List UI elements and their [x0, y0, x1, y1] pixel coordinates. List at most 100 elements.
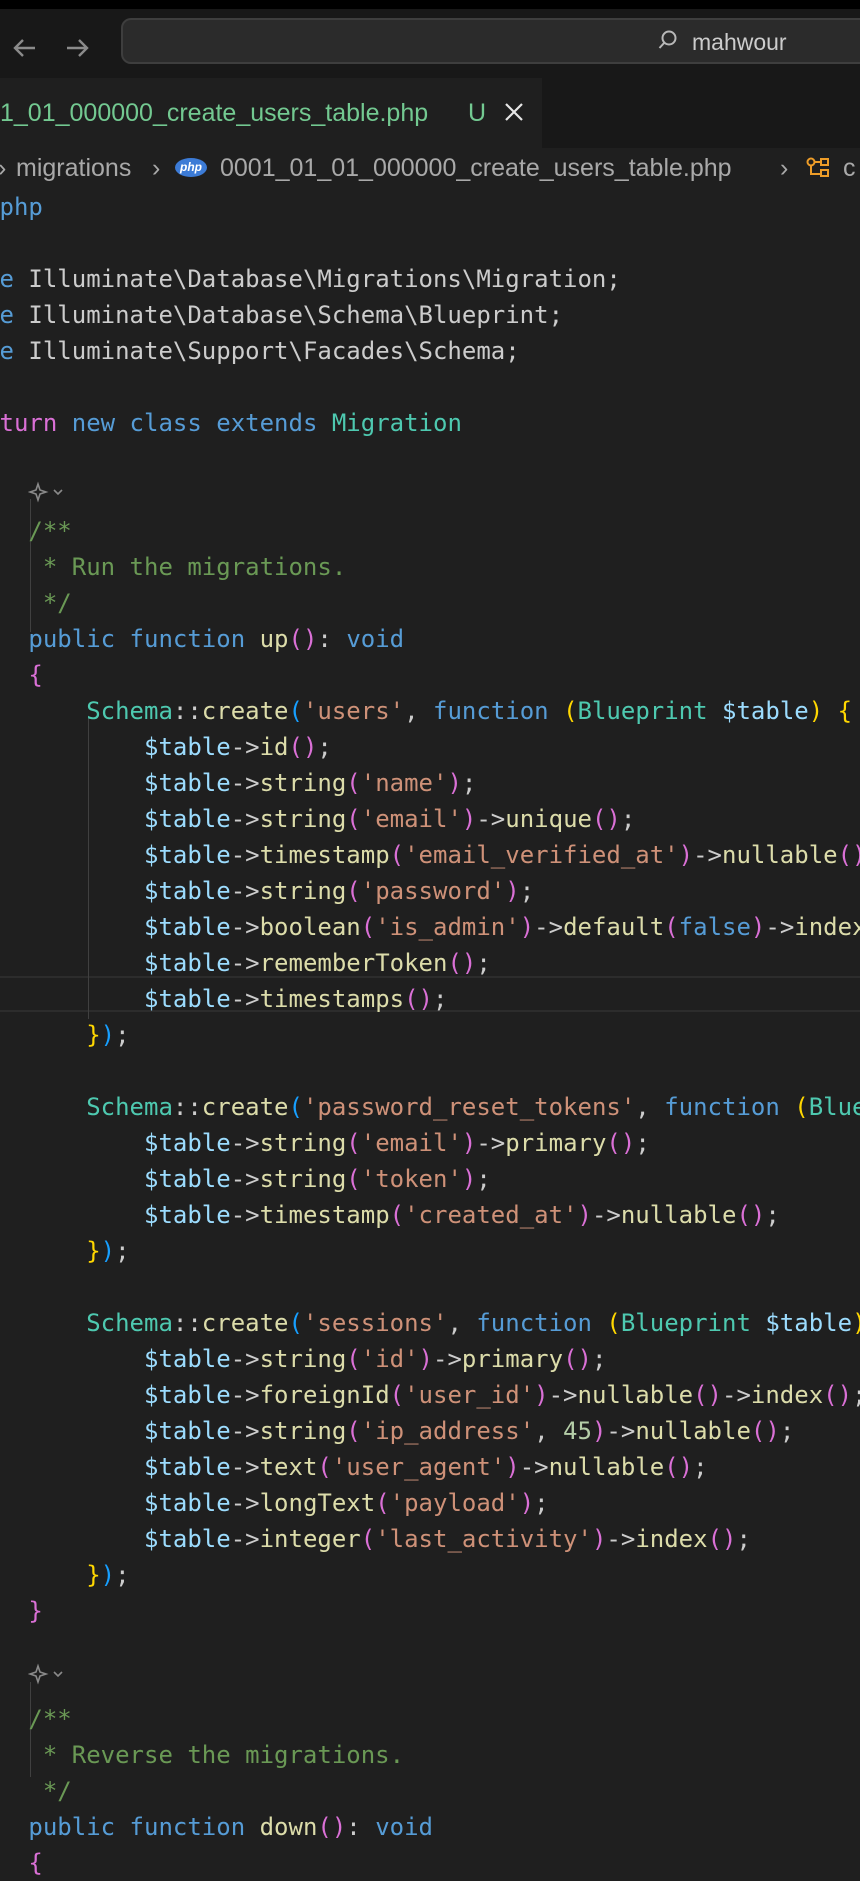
code-line[interactable]: $table->timestamp('created_at')->nullabl…: [0, 1197, 780, 1233]
code-line[interactable]: e Illuminate\Database\Migrations\Migrati…: [0, 261, 621, 297]
code-line[interactable]: $table->timestamps();: [0, 981, 447, 1017]
code-line[interactable]: $table->timestamp('email_verified_at')->…: [0, 837, 860, 873]
code-token: ;: [736, 1525, 751, 1553]
code-token: {: [837, 697, 853, 725]
code-token: $table: [0, 841, 231, 869]
code-token: public: [0, 625, 130, 653]
copilot-sparkle-icon[interactable]: [28, 481, 66, 505]
breadcrumb-folder[interactable]: migrations: [16, 148, 131, 188]
code-line[interactable]: });: [0, 1233, 129, 1269]
command-center-search[interactable]: mahwour: [121, 18, 860, 64]
code-token: unique: [505, 805, 592, 833]
code-line[interactable]: $table->id();: [0, 729, 332, 765]
code-line[interactable]: $table->longText('payload');: [0, 1485, 549, 1521]
close-icon[interactable]: [503, 101, 525, 123]
code-line[interactable]: $table->foreignId('user_id')->nullable()…: [0, 1377, 860, 1413]
code-line[interactable]: */: [0, 1773, 72, 1809]
code-line[interactable]: $table->boolean('is_admin')->default(fal…: [0, 909, 860, 945]
code-line[interactable]: });: [0, 1017, 129, 1053]
code-token: function: [433, 697, 564, 725]
code-token: ->: [230, 1201, 260, 1229]
tab-create-users-table[interactable]: 1_01_000000_create_users_table.php U: [0, 78, 542, 148]
code-token: (: [360, 1525, 376, 1553]
code-line[interactable]: turn new class extends Migration: [0, 405, 462, 441]
code-token: (: [664, 913, 679, 941]
code-line[interactable]: e Illuminate\Support\Facades\Schema;: [0, 333, 520, 369]
php-file-icon: php: [175, 158, 207, 177]
code-token: string: [259, 805, 347, 833]
code-token: ->: [534, 913, 564, 941]
code-line[interactable]: $table->string('email')->unique();: [0, 801, 635, 837]
back-arrow-icon[interactable]: [10, 33, 40, 63]
code-line[interactable]: $table->string('email')->primary();: [0, 1125, 650, 1161]
code-token: e: [0, 337, 29, 365]
code-token: Illuminate\Database\Migrations\Migration…: [28, 265, 621, 293]
code-token: ->: [693, 841, 722, 869]
code-token: ->: [230, 1345, 260, 1373]
code-line[interactable]: Schema::create('password_reset_tokens', …: [0, 1089, 860, 1125]
copilot-sparkle-icon[interactable]: [28, 1663, 66, 1687]
code-line[interactable]: /**: [0, 513, 71, 549]
code-line[interactable]: {: [0, 1845, 42, 1881]
code-line[interactable]: public function down(): void: [0, 1809, 433, 1845]
code-editor[interactable]: php e Illuminate\Database\Migrations\Migr…: [0, 189, 860, 1877]
code-token: $table: [0, 1381, 231, 1409]
code-line[interactable]: $table->rememberToken();: [0, 945, 491, 981]
code-line[interactable]: /**: [0, 1701, 71, 1737]
code-token: ::: [172, 1093, 202, 1121]
breadcrumb-file[interactable]: 0001_01_01_000000_create_users_table.php: [220, 148, 732, 188]
code-token: */: [0, 1777, 72, 1805]
code-token: Illuminate\Database\Schema\Blueprint;: [28, 301, 564, 329]
code-line[interactable]: public function up(): void: [0, 621, 404, 657]
code-line[interactable]: */: [0, 585, 72, 621]
code-line[interactable]: $table->string('name');: [0, 765, 476, 801]
code-token: ->: [230, 769, 260, 797]
code-token: 'user_id': [404, 1381, 535, 1409]
code-token: ->: [230, 1381, 260, 1409]
code-token: ): [519, 913, 535, 941]
search-icon: [658, 30, 677, 49]
code-token: (): [823, 1381, 853, 1409]
forward-arrow-icon[interactable]: [62, 33, 92, 63]
code-line[interactable]: }: [0, 1593, 42, 1629]
code-token: primary: [505, 1129, 607, 1157]
code-line[interactable]: $table->string('token');: [0, 1161, 491, 1197]
code-token: primary: [461, 1345, 564, 1373]
code-token: :: [317, 625, 347, 653]
code-token: create: [201, 1093, 289, 1121]
code-line[interactable]: });: [0, 1557, 129, 1593]
code-token: }: [0, 1237, 101, 1265]
code-line[interactable]: php: [0, 189, 43, 225]
code-token: $table: [0, 769, 231, 797]
code-token: up: [259, 625, 289, 653]
code-line[interactable]: $table->text('user_agent')->nullable();: [0, 1449, 708, 1485]
code-token: ;: [635, 1129, 650, 1157]
code-token: string: [259, 877, 347, 905]
code-line[interactable]: $table->string('password');: [0, 873, 534, 909]
code-line[interactable]: $table->integer('last_activity')->index(…: [0, 1521, 751, 1557]
search-text: mahwour: [692, 29, 787, 55]
code-line[interactable]: e Illuminate\Database\Schema\Blueprint;: [0, 297, 563, 333]
code-line[interactable]: Schema::create('users', function (Bluepr…: [0, 693, 852, 729]
breadcrumb-symbol[interactable]: c: [843, 148, 856, 188]
code-line[interactable]: * Reverse the migrations.: [0, 1737, 404, 1773]
code-token: (): [693, 1381, 722, 1409]
code-line[interactable]: $table->string('ip_address', 45)->nullab…: [0, 1413, 794, 1449]
code-line[interactable]: $table->string('id')->primary();: [0, 1341, 606, 1377]
code-token: (: [389, 1381, 405, 1409]
code-token: }: [0, 1021, 101, 1049]
code-token: ;: [852, 1381, 860, 1409]
code-token: create: [201, 1309, 289, 1337]
code-line[interactable]: {: [0, 657, 42, 693]
code-token: turn: [0, 409, 72, 437]
code-token: (: [346, 1165, 361, 1193]
code-line[interactable]: Schema::create('sessions', function (Blu…: [0, 1305, 860, 1341]
code-token: 'last_activity': [375, 1525, 592, 1553]
title-bar: mahwour: [0, 0, 860, 78]
code-token: $table: [0, 1345, 231, 1373]
code-token: ): [505, 877, 520, 905]
code-line[interactable]: * Run the migrations.: [0, 549, 346, 585]
code-token: Illuminate\Support\Facades\Schema;: [28, 337, 520, 365]
code-token: ): [519, 1489, 535, 1517]
code-token: Schema: [0, 1093, 173, 1121]
